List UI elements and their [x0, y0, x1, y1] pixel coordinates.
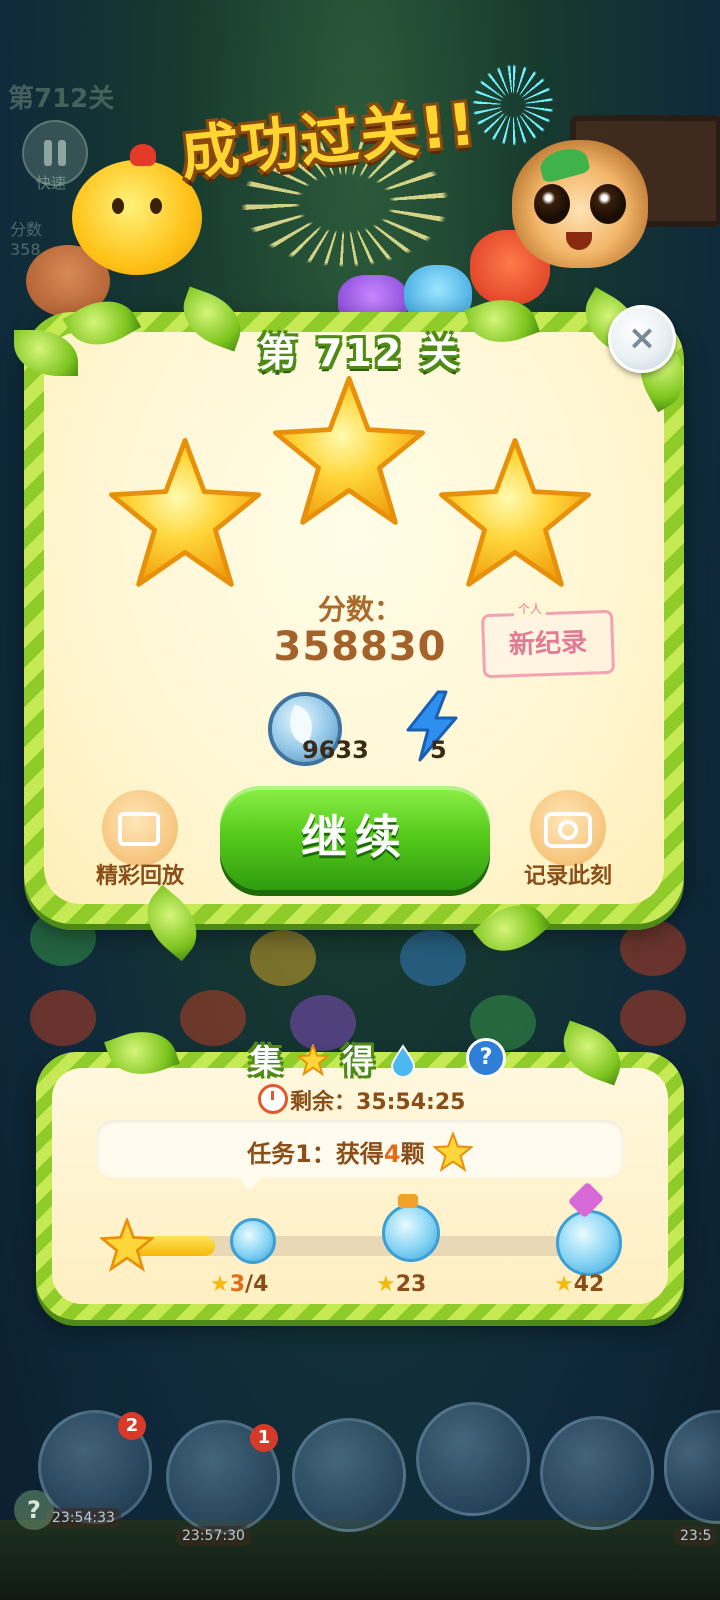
booster-2-timer: 23:57:30 [176, 1526, 251, 1546]
camera-icon [544, 812, 592, 848]
milestone-star-icon: ★ [554, 1272, 574, 1297]
remaining-time: 剩余：35:54:25 [290, 1084, 465, 1116]
star-icon [295, 1042, 331, 1077]
remaining-value: 35:54:25 [356, 1090, 466, 1115]
booster-slot-4[interactable] [416, 1402, 530, 1516]
continue-button[interactable]: 继续 [220, 786, 490, 890]
remaining-label: 剩余： [290, 1090, 357, 1115]
task-count: 4 [383, 1140, 401, 1168]
booster-slot-5[interactable] [540, 1416, 654, 1530]
camera-lens [558, 820, 578, 840]
task-text: 任务1：获得4颗 [0, 1130, 720, 1173]
booster-slot-6[interactable] [664, 1410, 720, 1524]
task-suffix: 颗 [400, 1140, 425, 1168]
level-indicator: 第712关 [8, 84, 115, 114]
coin-count: 9633 [302, 736, 369, 764]
booster-1-timer: 23:54:33 [46, 1508, 121, 1528]
milestone-3: ★42 [554, 1272, 604, 1297]
speed-label: 快速 [36, 174, 67, 192]
capture-button[interactable] [530, 790, 606, 866]
board-tile [400, 930, 466, 986]
raccoon-eye [590, 184, 626, 224]
droplet-icon [391, 1044, 416, 1078]
hud-score: 分数 358 [10, 216, 42, 259]
booster-2-badge: 1 [250, 1424, 278, 1452]
raccoon-eye [534, 184, 570, 224]
video-icon [118, 812, 160, 846]
ground [0, 1520, 720, 1600]
close-button[interactable]: × [608, 305, 676, 373]
task-prefix: 任务 [247, 1140, 296, 1168]
board-tile [620, 920, 686, 976]
star-icon [100, 1218, 154, 1272]
event-title-right: 得 [342, 1042, 377, 1080]
star-icon [439, 438, 591, 587]
potion-cap [398, 1194, 418, 1208]
board-tile [250, 930, 316, 986]
milestone-1-progress: 3 [229, 1272, 246, 1297]
star-icon [273, 376, 425, 525]
chick-eye [150, 198, 162, 214]
booster-1-badge: 2 [118, 1412, 146, 1440]
milestone-3-target: 42 [573, 1272, 605, 1297]
milestone-star-icon: ★ [376, 1272, 396, 1297]
task-mid: ：获得 [311, 1140, 384, 1168]
personal-label: 个人 [514, 600, 547, 617]
star-icon [431, 1130, 474, 1173]
replay-button[interactable] [102, 790, 178, 866]
milestone-1-target: /4 [245, 1272, 269, 1297]
chick-crest [130, 144, 156, 166]
task-number: 1 [295, 1140, 312, 1168]
event-title-left: 集 [249, 1042, 284, 1080]
help-button[interactable]: ? [466, 1038, 506, 1078]
replay-label: 精彩回放 [95, 864, 184, 889]
capture-label: 记录此刻 [523, 864, 612, 889]
star-icon [109, 438, 261, 587]
chick-character [72, 144, 202, 275]
milestone-2: ★23 [376, 1272, 426, 1297]
task-pointer [236, 1176, 264, 1190]
chick-eye [112, 198, 124, 214]
new-record-stamp: 新纪录 [480, 609, 616, 679]
hud-score-label: 分数 [10, 220, 43, 239]
event-title: 集 得 [0, 1036, 720, 1082]
potion-medium-icon [382, 1204, 440, 1262]
raccoon-mouth [566, 232, 592, 250]
energy-count: 5 [430, 736, 447, 764]
milestone-1: ★3/4 [210, 1272, 268, 1297]
milestone-2-target: 23 [395, 1272, 427, 1297]
potion-large-icon [556, 1210, 622, 1276]
clock-icon [258, 1084, 288, 1114]
firework-decoration [468, 60, 558, 150]
booster-slot-3[interactable] [292, 1418, 406, 1532]
booster-6-timer: 23:5 [674, 1526, 718, 1546]
potion-small-icon [230, 1218, 276, 1264]
help-question-icon[interactable]: ? [14, 1490, 54, 1530]
milestone-star-icon: ★ [210, 1272, 230, 1297]
